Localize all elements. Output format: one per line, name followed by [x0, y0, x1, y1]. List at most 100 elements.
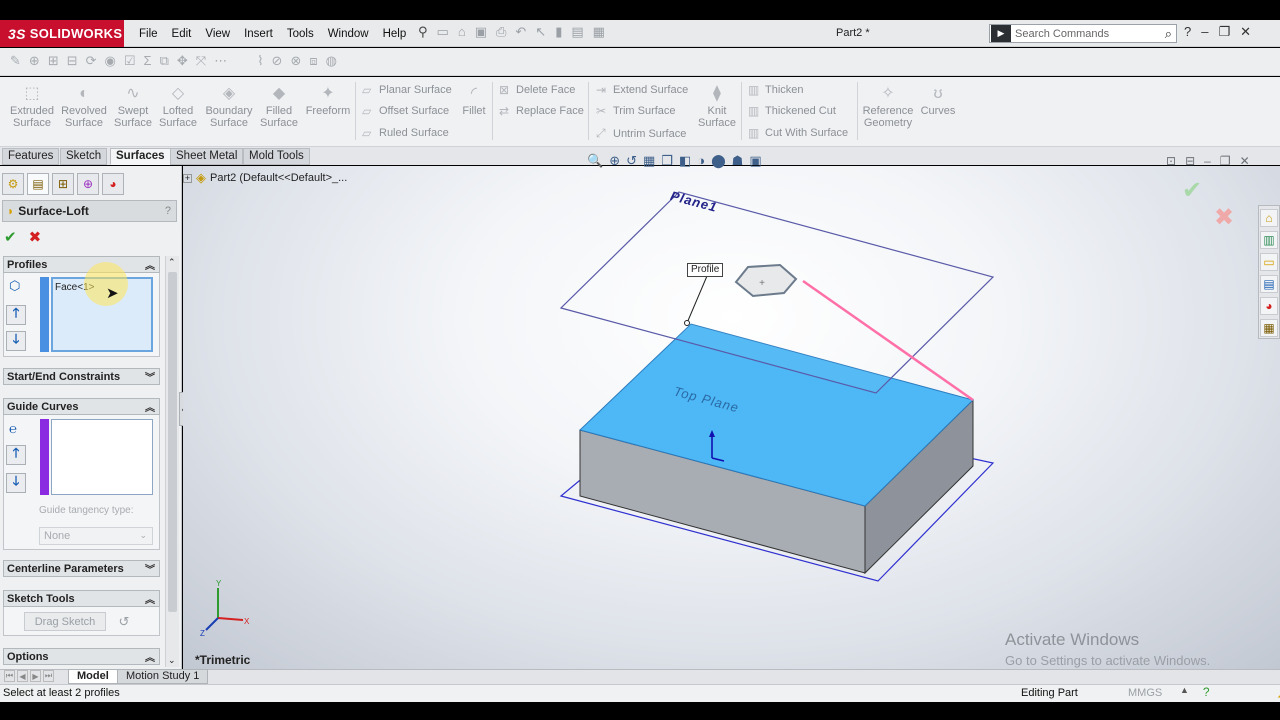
help-button[interactable]: ? [165, 205, 171, 217]
tab-features[interactable]: Features [2, 148, 60, 165]
thickened-cut-button[interactable]: ▥ Thickened Cut [748, 104, 836, 118]
fillet-button[interactable]: ◜ Fillet [458, 83, 490, 117]
property-manager-scrollbar[interactable]: ⌃ ⌄ [165, 256, 179, 667]
curves-button[interactable]: ʊ Curves [920, 83, 956, 117]
minimize-view-icon[interactable]: – [1204, 154, 1211, 168]
property-manager-tab-icon[interactable]: ▤ [27, 173, 49, 195]
graphics-area[interactable]: + Plane1 Top Plane Profile [183, 166, 1280, 669]
scroll-thumb[interactable] [168, 272, 177, 612]
mirror-icon[interactable]: ⧉ [160, 53, 169, 69]
smart-dimension-icon[interactable]: ✎ [10, 53, 21, 69]
menu-help[interactable]: Help [376, 28, 414, 40]
revolved-surface-button[interactable]: ◐ Revolved Surface [60, 83, 108, 129]
menu-edit[interactable]: Edit [165, 28, 199, 40]
next-tab-icon[interactable]: ▶ [30, 670, 41, 682]
save-icon[interactable]: ▣ [475, 24, 487, 40]
display-icon[interactable]: ◉ [105, 53, 116, 69]
feature-manager-tab-icon[interactable]: ⚙ [2, 173, 24, 195]
cancel-x-icon[interactable]: ✖ [29, 228, 42, 246]
rebuild-icon[interactable]: ▮ [555, 24, 562, 40]
relation-icon[interactable]: ⊘ [272, 53, 283, 69]
filled-surface-button[interactable]: ◆ Filled Surface [258, 83, 300, 129]
expand-icon[interactable]: + [183, 173, 192, 183]
zoom-icon[interactable]: ⊕ [29, 53, 40, 69]
tab-sketch[interactable]: Sketch [60, 148, 108, 165]
profiles-section-header[interactable]: Profiles ︽ [3, 256, 160, 273]
close-icon[interactable]: ✕ [1240, 24, 1251, 40]
custom-properties-icon[interactable]: ▦ [1260, 319, 1278, 337]
section-view-icon[interactable]: ▦ [643, 153, 655, 169]
expand-chevron-icon[interactable]: ︾ [145, 561, 155, 576]
view-palette-icon[interactable]: ▤ [1260, 275, 1278, 293]
hide-show-icon[interactable]: ◑ [697, 153, 705, 169]
hide-icon[interactable]: ◍ [326, 53, 337, 69]
open-icon[interactable]: ⌂ [458, 24, 466, 40]
menu-file[interactable]: File [132, 28, 165, 40]
options-icon[interactable]: ▦ [593, 24, 605, 40]
zoom-area-icon[interactable]: ⊕ [609, 153, 620, 169]
boundary-surface-button[interactable]: ◈ Boundary Surface [203, 83, 255, 129]
replace-face-button[interactable]: ⇄ Replace Face [499, 104, 584, 118]
search-commands[interactable]: ▶ Search Commands ⌕ [989, 24, 1177, 43]
rotate-icon[interactable]: ⟳ [86, 53, 97, 69]
measure-icon[interactable]: ⊞ [48, 53, 59, 69]
start-end-constraints-header[interactable]: Start/End Constraints ︾ [3, 368, 160, 385]
knit-surface-button[interactable]: ⧫ Knit Surface [697, 83, 737, 129]
planar-surface-button[interactable]: ▱ Planar Surface [362, 83, 452, 97]
ruled-surface-button[interactable]: ▱ Ruled Surface [362, 126, 449, 140]
last-tab-icon[interactable]: ⏭ [43, 670, 54, 682]
collapse-chevron-icon[interactable]: ︽ [145, 591, 155, 606]
configuration-manager-tab-icon[interactable]: ⊞ [52, 173, 74, 195]
home-icon[interactable]: ⌂ [1260, 209, 1278, 227]
check-icon[interactable]: ☑ [124, 53, 136, 69]
design-library-icon[interactable]: ▥ [1260, 231, 1278, 249]
move-up-arrow-icon[interactable]: 🡑 [6, 445, 26, 465]
sum-icon[interactable]: Σ [144, 53, 152, 69]
centerline-parameters-header[interactable]: Centerline Parameters ︾ [3, 560, 160, 577]
move-icon[interactable]: ⤧ [196, 53, 206, 69]
move-down-arrow-icon[interactable]: 🡓 [6, 331, 26, 351]
minimize-icon[interactable]: – [1201, 24, 1208, 40]
options-header[interactable]: Options ︽ [3, 648, 160, 665]
reference-geometry-button[interactable]: ✧ Reference Geometry [862, 83, 914, 129]
scroll-up-icon[interactable]: ⌃ [168, 257, 176, 268]
split-icon[interactable]: ⊟ [1185, 154, 1195, 168]
fix-icon[interactable]: ⊗ [290, 53, 301, 69]
menu-insert[interactable]: Insert [237, 28, 280, 40]
help-status-icon[interactable]: ? [1203, 685, 1210, 699]
profile-callout[interactable]: Profile [687, 263, 724, 277]
view-orientation-icon[interactable]: ❒ [661, 153, 673, 169]
tab-mold-tools[interactable]: Mold Tools [243, 148, 310, 165]
restore-view-icon[interactable]: ❐ [1220, 154, 1231, 168]
dimxpert-tab-icon[interactable]: ⊕ [77, 173, 99, 195]
expand-chevron-icon[interactable]: ︾ [145, 369, 155, 384]
tab-motion-study[interactable]: Motion Study 1 [117, 669, 209, 684]
print-icon[interactable]: ⎙ [496, 24, 506, 40]
collapse-chevron-icon[interactable]: ︽ [145, 257, 155, 272]
file-explorer-icon[interactable]: ▭ [1260, 253, 1278, 271]
feature-tree-root[interactable]: Part2 (Default<<Default>_... [210, 172, 347, 184]
menu-view[interactable]: View [198, 28, 237, 40]
undo-drag-icon[interactable]: ↺ [112, 612, 136, 631]
confirm-corner-cancel-icon[interactable]: ✖ [1214, 203, 1234, 232]
new-document-icon[interactable]: ▭ [437, 24, 449, 40]
more-icon[interactable]: ⋯ [214, 53, 227, 69]
sketch-tools-icon[interactable]: ⌇ [257, 53, 263, 69]
zoom-to-fit-icon[interactable]: 🔍 [587, 153, 603, 169]
delete-face-button[interactable]: ⊠ Delete Face [499, 83, 575, 97]
ok-checkmark-icon[interactable]: ✔ [4, 228, 17, 246]
drag-sketch-button[interactable]: Drag Sketch [24, 612, 106, 631]
freeform-button[interactable]: ✦ Freeform [304, 83, 352, 117]
search-input[interactable]: Search Commands [1015, 28, 1165, 40]
collapse-chevron-icon[interactable]: ︽ [145, 399, 155, 414]
tab-sheet-metal[interactable]: Sheet Metal [170, 148, 244, 165]
feature-tree-flyout[interactable]: + ◈ Part2 (Default<<Default>_... [183, 170, 347, 186]
close-view-icon[interactable]: ✕ [1240, 154, 1250, 168]
lofted-surface-button[interactable]: ◇ Lofted Surface [157, 83, 199, 129]
guide-curves-header[interactable]: Guide Curves ︽ [3, 398, 160, 415]
apply-scene-icon[interactable]: ☗ [732, 153, 744, 169]
section-icon[interactable]: ⊟ [67, 53, 78, 69]
extend-surface-button[interactable]: ⇥ Extend Surface [596, 83, 688, 97]
units-selector[interactable]: MMGS [1128, 687, 1162, 699]
menu-window[interactable]: Window [321, 28, 376, 40]
